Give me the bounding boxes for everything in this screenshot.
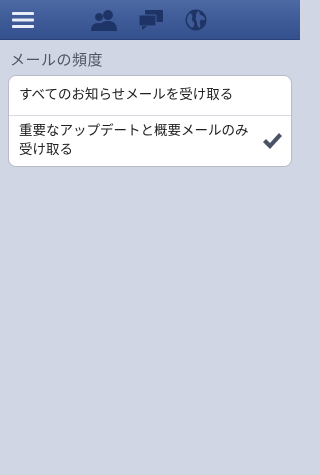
section-title-email-frequency: メールの頻度 — [10, 51, 104, 69]
friend-requests-icon — [91, 10, 117, 31]
messages-icon — [138, 10, 163, 30]
menu-icon — [12, 12, 34, 28]
globe-notifications-icon — [185, 9, 207, 31]
checkmark-icon — [263, 133, 282, 149]
notifications-button[interactable] — [180, 0, 212, 40]
top-navigation-bar — [0, 0, 300, 40]
email-frequency-options: すべてのお知らせメールを受け取る 重要なアップデートと概要メールのみ受け取る — [8, 75, 292, 167]
menu-button[interactable] — [6, 0, 40, 40]
friend-requests-button[interactable] — [88, 0, 120, 40]
option-label: すべてのお知らせメールを受け取る — [19, 87, 234, 103]
option-important-updates-only[interactable]: 重要なアップデートと概要メールのみ受け取る — [9, 116, 291, 166]
app-screen: メールの頻度 すべてのお知らせメールを受け取る 重要なアップデートと概要メールの… — [0, 0, 300, 475]
option-label: 重要なアップデートと概要メールのみ受け取る — [19, 123, 249, 158]
messages-button[interactable] — [135, 0, 167, 40]
option-all-notifications[interactable]: すべてのお知らせメールを受け取る — [9, 76, 291, 116]
